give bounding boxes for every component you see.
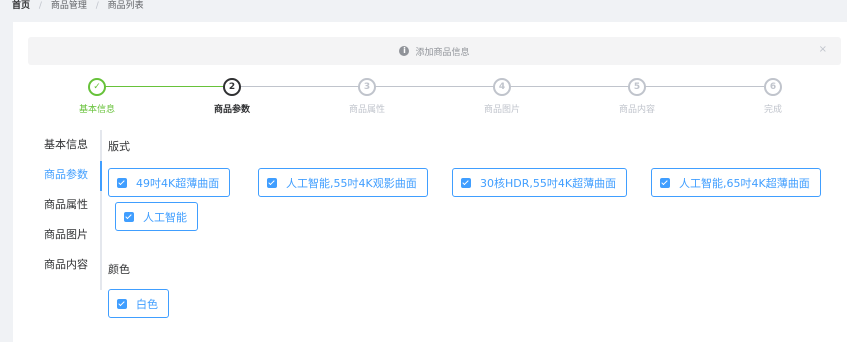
vertical-tabs: 基本信息 商品参数 商品属性 商品图片 商品内容 xyxy=(13,130,101,290)
step-4-title: 商品图片 xyxy=(483,105,520,115)
breadcrumb-goods-management: 商品管理 xyxy=(50,1,87,11)
color-option-checkbox[interactable]: 白色 xyxy=(108,289,169,318)
tabs-divider xyxy=(100,130,102,290)
checkbox-checked-icon xyxy=(117,177,127,188)
step-5-indicator: 5 xyxy=(628,78,646,96)
tab-active-indicator xyxy=(100,161,102,191)
step-connector xyxy=(105,86,224,87)
param-version-label: 版式 xyxy=(108,140,130,153)
goods-add-card: i 添加商品信息 × ✓ 基本信息 2 商品参数 3 商品属性 4 商品图片 5… xyxy=(13,22,847,342)
version-option-checkbox[interactable]: 30核HDR,55吋4K超薄曲面 xyxy=(452,168,628,197)
checkbox-label: 49吋4K超薄曲面 xyxy=(136,176,220,190)
alert-title: 添加商品信息 xyxy=(415,47,470,58)
breadcrumb-goods-list: 商品列表 xyxy=(107,1,144,11)
checkbox-checked-icon xyxy=(117,298,127,309)
step-connector xyxy=(645,86,764,87)
step-6-title: 完成 xyxy=(763,105,782,115)
checkbox-checked-icon xyxy=(267,177,277,188)
step-3-indicator: 3 xyxy=(358,78,376,96)
checkbox-label: 30核HDR,55吋4K超薄曲面 xyxy=(480,176,617,190)
tab-goods-content[interactable]: 商品内容 xyxy=(44,255,104,275)
checkbox-checked-icon xyxy=(124,211,134,222)
version-option-checkbox[interactable]: 49吋4K超薄曲面 xyxy=(108,168,231,197)
step-connector xyxy=(375,86,494,87)
step-5-title: 商品内容 xyxy=(618,105,655,115)
checkbox-label: 人工智能 xyxy=(143,210,187,224)
checkbox-checked-icon xyxy=(461,177,471,188)
version-option-checkbox[interactable]: 人工智能 xyxy=(115,202,198,231)
step-connector xyxy=(510,86,629,87)
checkbox-label: 白色 xyxy=(136,297,158,311)
breadcrumb-separator: / xyxy=(38,1,42,11)
tab-goods-params[interactable]: 商品参数 xyxy=(44,165,104,185)
checkbox-label: 人工智能,55吋4K观影曲面 xyxy=(286,176,417,190)
step-connector xyxy=(240,86,359,87)
step-1-title: 基本信息 xyxy=(78,105,115,115)
step-6-indicator: 6 xyxy=(764,78,782,96)
param-color-label: 颜色 xyxy=(108,263,130,276)
step-3-title: 商品属性 xyxy=(348,105,385,115)
version-option-checkbox[interactable]: 人工智能,65吋4K超薄曲面 xyxy=(651,168,821,197)
tab-goods-pics[interactable]: 商品图片 xyxy=(44,225,104,245)
breadcrumb-separator: / xyxy=(95,1,99,11)
step-1-check-icon: ✓ xyxy=(88,78,106,96)
step-2-indicator: 2 xyxy=(223,78,241,96)
info-icon: i xyxy=(399,46,410,56)
breadcrumb: 首页 / 商品管理 / 商品列表 xyxy=(12,0,144,14)
steps-bar: ✓ 基本信息 2 商品参数 3 商品属性 4 商品图片 5 商品内容 6 完成 xyxy=(13,77,847,117)
step-2-title: 商品参数 xyxy=(213,105,250,115)
tab-basic-info[interactable]: 基本信息 xyxy=(44,135,104,155)
step-4-indicator: 4 xyxy=(493,78,511,96)
tab-goods-attrs[interactable]: 商品属性 xyxy=(44,195,104,215)
close-icon[interactable]: × xyxy=(819,44,827,55)
checkbox-label: 人工智能,65吋4K超薄曲面 xyxy=(679,176,810,190)
checkbox-checked-icon xyxy=(660,177,670,188)
breadcrumb-home[interactable]: 首页 xyxy=(12,0,30,12)
version-option-checkbox[interactable]: 人工智能,55吋4K观影曲面 xyxy=(258,168,428,197)
info-alert: i 添加商品信息 × xyxy=(28,37,841,65)
